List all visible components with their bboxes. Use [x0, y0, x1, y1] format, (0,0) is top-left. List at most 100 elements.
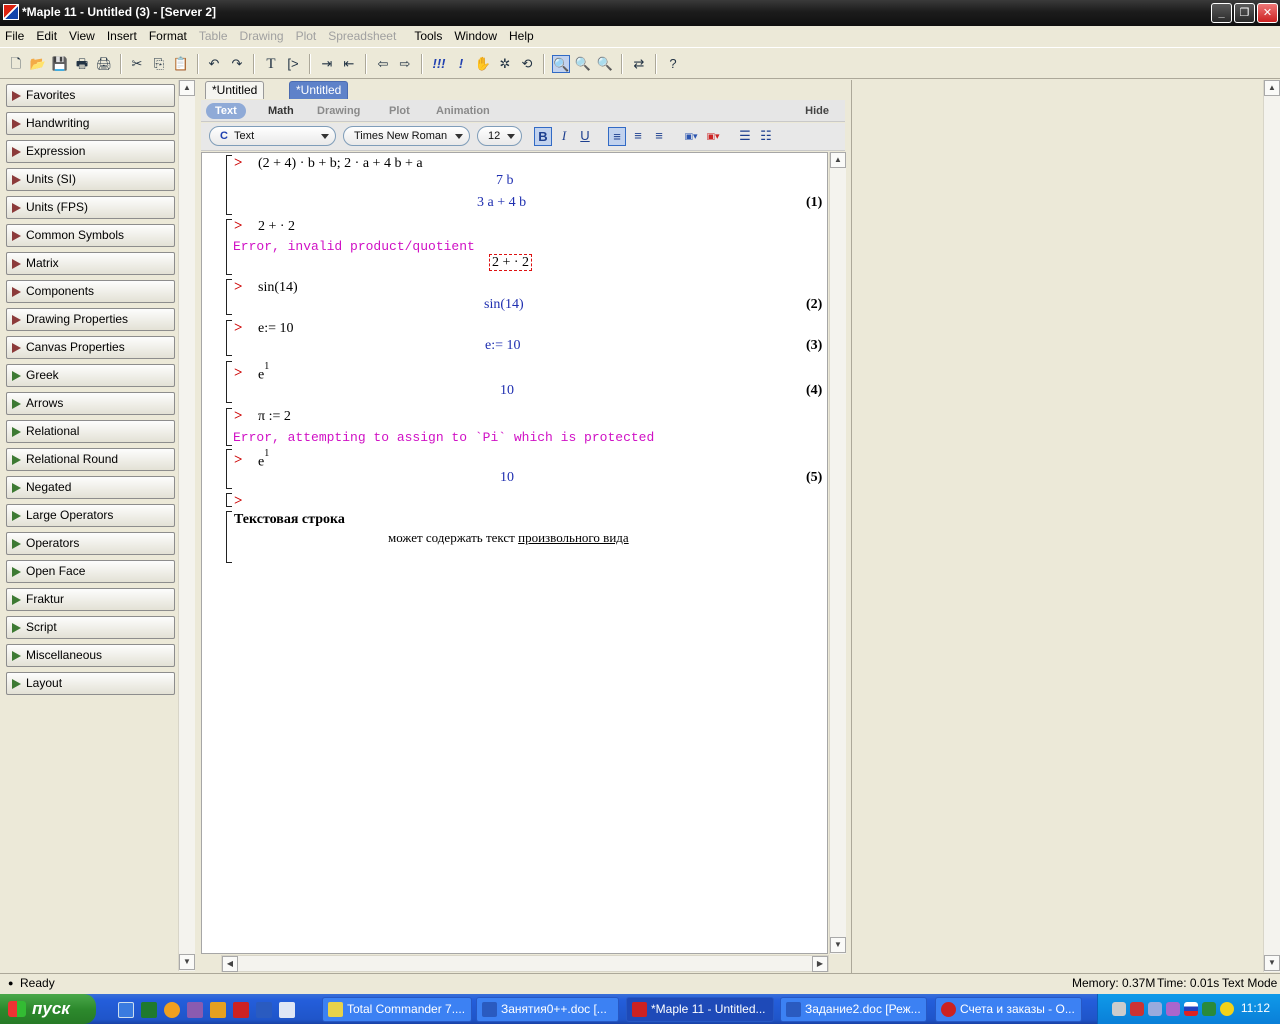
execute-all-icon[interactable]: !!!	[430, 55, 448, 73]
back-icon[interactable]: ⇦	[374, 55, 392, 73]
text-color-icon[interactable]: ▣▾	[682, 127, 700, 146]
undo-icon[interactable]: ↶	[205, 55, 223, 73]
new-icon[interactable]: 🗋	[7, 55, 25, 73]
palette-miscellaneous[interactable]: Miscellaneous	[6, 644, 175, 667]
tray-app-icon[interactable]	[1130, 1002, 1144, 1016]
menu-tools[interactable]: Tools	[402, 26, 448, 44]
excel-icon[interactable]	[141, 1002, 157, 1018]
text-paragraph[interactable]: может содержать текст произвольного вида	[388, 530, 629, 546]
tray-app-icon[interactable]	[1112, 1002, 1126, 1016]
tray-app-icon[interactable]	[1148, 1002, 1162, 1016]
palette-layout[interactable]: Layout	[6, 672, 175, 695]
palette-scrollbar[interactable]: ▲ ▼	[178, 80, 195, 971]
palette-units-si[interactable]: Units (SI)	[6, 168, 175, 191]
task-total-commander[interactable]: Total Commander 7....	[322, 997, 472, 1022]
menu-format[interactable]: Format	[143, 26, 193, 44]
app-icon[interactable]	[210, 1002, 226, 1018]
tray-app-icon[interactable]	[1220, 1002, 1234, 1016]
worksheet[interactable]: > (2 + 4) · b + b; 2 · a + 4 b + a 7 b 3…	[201, 152, 828, 954]
mode-plot[interactable]: Plot	[380, 103, 419, 119]
palette-expression[interactable]: Expression	[6, 140, 175, 163]
zoom-200-icon[interactable]: 🔍	[596, 55, 614, 73]
scroll-left-icon[interactable]: ◀	[222, 956, 238, 972]
style-select[interactable]: C Text	[209, 126, 336, 146]
tray-app-icon[interactable]	[1166, 1002, 1180, 1016]
print-preview-icon[interactable]: 🖨	[95, 55, 113, 73]
zoom-100-icon[interactable]: 🔍	[552, 55, 570, 73]
scroll-up-icon[interactable]: ▲	[1264, 80, 1280, 96]
numbered-list-icon[interactable]: ☷	[757, 127, 775, 146]
mode-math[interactable]: Math	[259, 103, 303, 119]
indent-icon[interactable]: ⇥	[318, 55, 336, 73]
input-2[interactable]: 2 + · 2	[258, 219, 295, 235]
palette-open-face[interactable]: Open Face	[6, 560, 175, 583]
language-flag-icon[interactable]	[1184, 1002, 1198, 1016]
input-5[interactable]: e1	[258, 361, 269, 384]
prompt-icon[interactable]: [>	[284, 55, 302, 73]
palette-arrows[interactable]: Arrows	[6, 392, 175, 415]
underline-button[interactable]: U	[576, 127, 594, 146]
maple-icon[interactable]	[233, 1002, 249, 1018]
scroll-down-icon[interactable]: ▼	[1264, 955, 1280, 971]
messenger-icon[interactable]	[164, 1002, 180, 1018]
input-7[interactable]: e1	[258, 448, 269, 471]
hide-button[interactable]: Hide	[805, 103, 829, 119]
italic-button[interactable]: I	[555, 127, 573, 146]
palette-relational-round[interactable]: Relational Round	[6, 448, 175, 471]
palette-matrix[interactable]: Matrix	[6, 252, 175, 275]
scroll-down-icon[interactable]: ▼	[830, 937, 846, 953]
scroll-down-icon[interactable]: ▼	[179, 954, 195, 970]
scroll-right-icon[interactable]: ▶	[812, 956, 828, 972]
save-icon[interactable]: 💾	[51, 55, 69, 73]
palette-operators[interactable]: Operators	[6, 532, 175, 555]
mode-drawing[interactable]: Drawing	[308, 103, 369, 119]
help-icon[interactable]: ?	[664, 55, 682, 73]
menu-help[interactable]: Help	[503, 26, 540, 44]
floppy-icon[interactable]	[279, 1002, 295, 1018]
restart-icon[interactable]: ⟲	[518, 55, 536, 73]
maximize-icon[interactable]: ❐	[1234, 3, 1255, 23]
task-maple[interactable]: *Maple 11 - Untitled...	[626, 997, 774, 1022]
palette-large-operators[interactable]: Large Operators	[6, 504, 175, 527]
text-heading[interactable]: Текстовая строка	[234, 512, 345, 528]
font-size-select[interactable]: 12	[477, 126, 522, 146]
zoom-150-icon[interactable]: 🔍	[574, 55, 592, 73]
start-button[interactable]: пуск	[0, 994, 96, 1024]
desktop-icon[interactable]	[118, 1002, 134, 1018]
input-6[interactable]: π := 2	[258, 409, 291, 425]
menu-view[interactable]: View	[63, 26, 101, 44]
tray-app-icon[interactable]	[1202, 1002, 1216, 1016]
palette-favorites[interactable]: Favorites	[6, 84, 175, 107]
align-right-icon[interactable]: ≡	[650, 127, 668, 146]
app-icon[interactable]	[187, 1002, 203, 1018]
tab-untitled-1[interactable]: *Untitled (1)✕	[205, 81, 265, 114]
align-center-icon[interactable]: ≡	[629, 127, 647, 146]
minimize-icon[interactable]: _	[1211, 3, 1232, 23]
palette-drawing-properties[interactable]: Drawing Properties	[6, 308, 175, 331]
execute-icon[interactable]: !	[452, 55, 470, 73]
bullet-list-icon[interactable]: ☰	[736, 127, 754, 146]
align-left-icon[interactable]: ≡	[608, 127, 626, 146]
redo-icon[interactable]: ↷	[228, 55, 246, 73]
debug-icon[interactable]: ✲	[496, 55, 514, 73]
palette-units-fps[interactable]: Units (FPS)	[6, 196, 175, 219]
menu-file[interactable]: File	[0, 26, 30, 44]
scroll-up-icon[interactable]: ▲	[179, 80, 195, 96]
bold-button[interactable]: B	[534, 127, 552, 146]
stop-icon[interactable]: ✋	[474, 55, 492, 73]
word-icon[interactable]	[256, 1002, 272, 1018]
palette-common-symbols[interactable]: Common Symbols	[6, 224, 175, 247]
worksheet-hscrollbar[interactable]: ◀ ▶	[221, 955, 829, 972]
palette-negated[interactable]: Negated	[6, 476, 175, 499]
text-icon[interactable]: T	[262, 55, 280, 73]
worksheet-vscrollbar[interactable]: ▲ ▼	[829, 152, 846, 954]
print-icon[interactable]: 🖶	[73, 55, 91, 73]
highlight-color-icon[interactable]: ▣▾	[704, 127, 722, 146]
open-icon[interactable]: 📂	[29, 55, 47, 73]
task-opera[interactable]: Счета и заказы - О...	[935, 997, 1082, 1022]
palette-greek[interactable]: Greek	[6, 364, 175, 387]
mode-animation[interactable]: Animation	[427, 103, 499, 119]
copy-icon[interactable]: ⎘	[150, 55, 168, 73]
scroll-up-icon[interactable]: ▲	[830, 152, 846, 168]
menu-edit[interactable]: Edit	[30, 26, 63, 44]
